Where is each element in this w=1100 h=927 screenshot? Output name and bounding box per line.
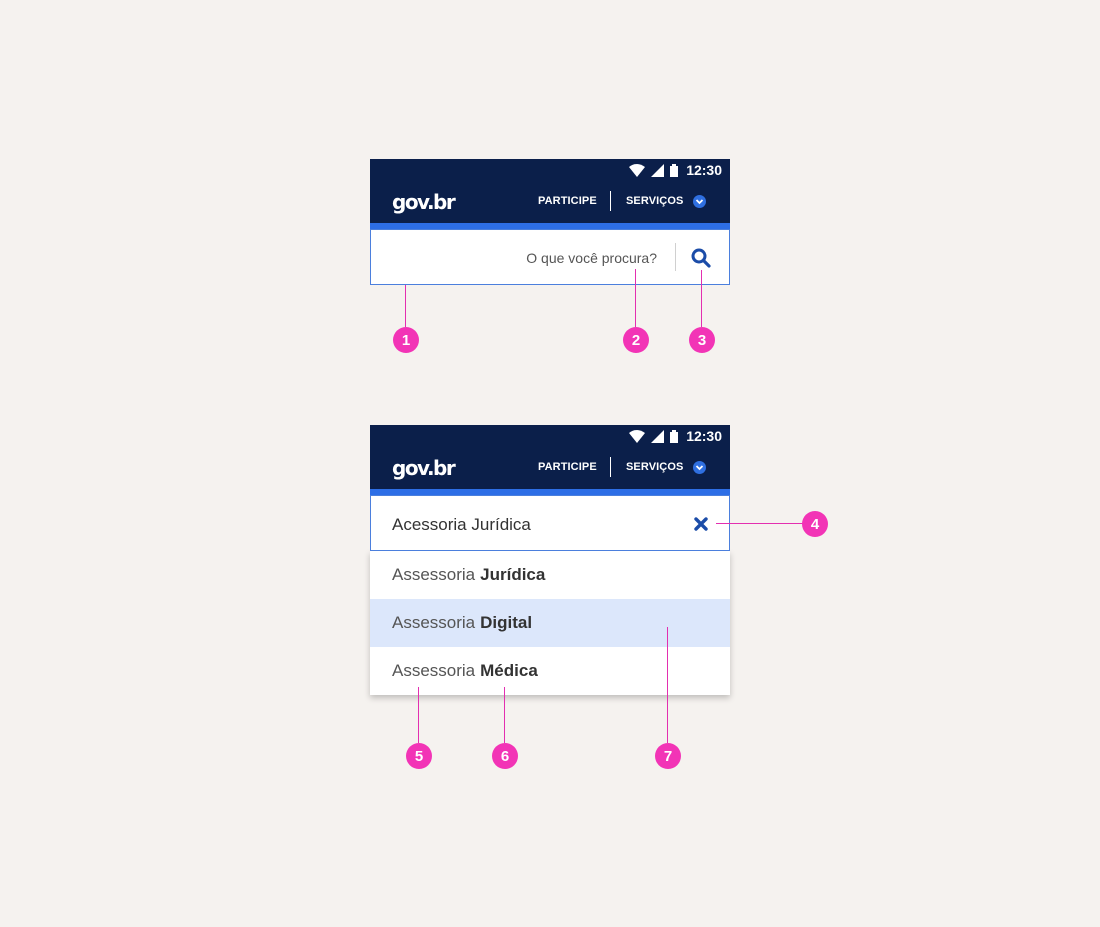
site-header: gov.br PARTICIPE SERVIÇOS	[370, 447, 730, 489]
callout-marker: 6	[492, 743, 518, 769]
suggestion-match: Médica	[480, 661, 538, 680]
clock: 12:30	[686, 162, 722, 178]
callout-line-7	[667, 627, 668, 743]
mockup-search-empty: 12:30 gov.br PARTICIPE SERVIÇOS O que vo…	[370, 159, 730, 285]
nav-participe[interactable]: PARTICIPE	[538, 195, 597, 207]
chevron-down-icon[interactable]	[693, 461, 706, 474]
callout-marker: 2	[623, 327, 649, 353]
gov-br-logo[interactable]: gov.br	[392, 456, 456, 480]
status-bar: 12:30	[370, 159, 730, 181]
suggestion-match: Digital	[480, 613, 533, 632]
suggestion-item[interactable]: Assessoria Médica	[370, 647, 730, 695]
site-header: gov.br PARTICIPE SERVIÇOS	[370, 181, 730, 223]
callout-marker: 3	[689, 327, 715, 353]
callout-marker: 7	[655, 743, 681, 769]
suggestion-item-highlighted[interactable]: Assessoria Digital	[370, 599, 730, 647]
callout-line-1	[405, 285, 406, 327]
callout-line-6	[504, 687, 505, 743]
wifi-icon	[629, 163, 646, 177]
search-divider	[675, 243, 676, 271]
callout-marker: 5	[406, 743, 432, 769]
callout-line-4	[716, 523, 804, 524]
callout-line-2	[635, 269, 636, 327]
nav-divider	[610, 457, 611, 477]
close-icon[interactable]	[694, 517, 708, 531]
suggestion-list: Assessoria Jurídica Assessoria Digital Ass…	[370, 551, 730, 695]
status-bar: 12:30	[370, 425, 730, 447]
battery-icon	[670, 163, 679, 177]
battery-icon	[670, 429, 679, 443]
callout-line-3	[701, 270, 702, 327]
clock: 12:30	[686, 428, 722, 444]
callout-line-5	[418, 687, 419, 743]
nav-servicos[interactable]: SERVIÇOS	[626, 461, 683, 473]
gov-br-logo[interactable]: gov.br	[392, 190, 456, 214]
search-icon[interactable]	[691, 248, 711, 268]
suggestion-prefix: Assessoria	[392, 613, 476, 632]
wifi-icon	[629, 429, 646, 443]
nav-participe[interactable]: PARTICIPE	[538, 461, 597, 473]
callout-marker: 4	[802, 511, 828, 537]
suggestion-prefix: Assessoria	[392, 661, 476, 680]
nav-servicos[interactable]: SERVIÇOS	[626, 195, 683, 207]
mockup-search-results: 12:30 gov.br PARTICIPE SERVIÇOS Acessori…	[370, 425, 730, 695]
suggestion-prefix: Assessoria	[392, 565, 476, 584]
signal-icon	[651, 163, 665, 177]
nav-divider	[610, 191, 611, 211]
search-input[interactable]: Acessoria Jurídica	[370, 495, 730, 551]
chevron-down-icon[interactable]	[693, 195, 706, 208]
callout-marker: 1	[393, 327, 419, 353]
suggestion-item[interactable]: Assessoria Jurídica	[370, 551, 730, 599]
search-query: Acessoria Jurídica	[392, 515, 531, 534]
signal-icon	[651, 429, 665, 443]
search-placeholder: O que você procura?	[526, 250, 657, 266]
suggestion-match: Jurídica	[480, 565, 546, 584]
search-input[interactable]: O que você procura?	[370, 229, 730, 285]
